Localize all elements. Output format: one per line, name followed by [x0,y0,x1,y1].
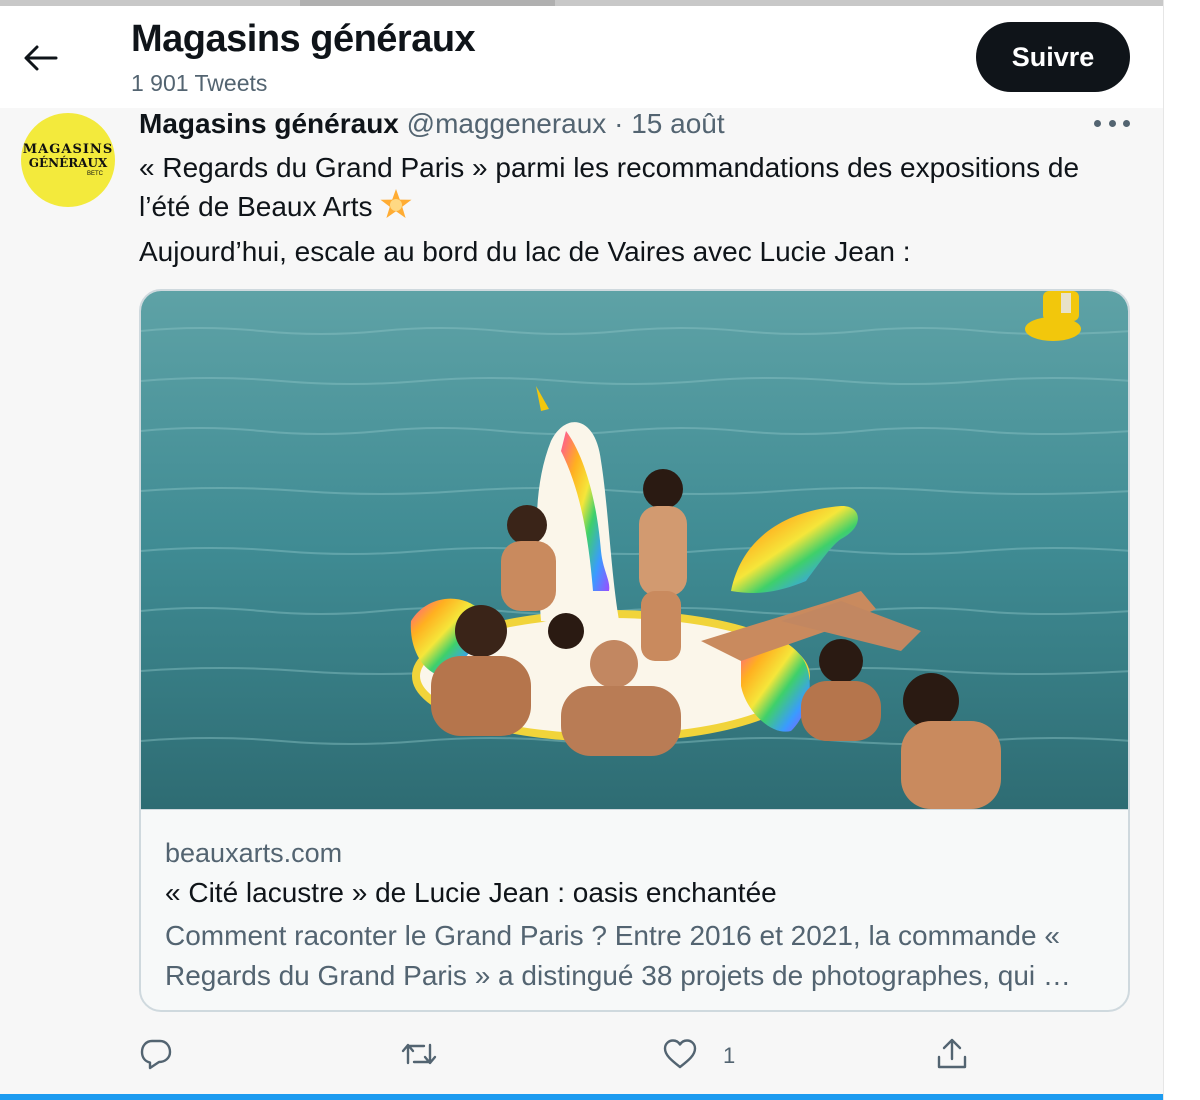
avatar[interactable]: MAGASINS GÉNÉRAUX BETC [21,113,115,207]
back-arrow-icon[interactable] [22,44,58,72]
tweet-text-line: « Regards du Grand Paris » parmi les rec… [139,152,1080,183]
handle[interactable]: @maggeneraux [407,108,607,139]
card-meta[interactable]: beauxarts.com « Cité lacustre » de Lucie… [141,809,1128,1010]
tweet-meta: Magasins généraux @maggeneraux · 15 août [139,108,725,140]
tweet-actions: 1 [0,1036,1163,1086]
link-card[interactable]: beauxarts.com « Cité lacustre » de Lucie… [139,289,1130,1012]
follow-button[interactable]: Suivre [976,22,1130,92]
avatar-logo-line: GÉNÉRAUX [28,155,108,170]
heart-icon[interactable] [663,1038,697,1075]
tweet-count: 1 901 Tweets [131,70,268,96]
like-button[interactable]: 1 [663,1036,735,1076]
card-description: Comment raconter le Grand Paris ? Entre … [165,920,1071,991]
bottom-accent-bar [0,1094,1163,1100]
avatar-logo-line: MAGASINS [22,141,114,157]
avatar-logo-line: BETC [86,170,103,177]
card-domain: beauxarts.com [165,838,343,868]
tweet-text-line: l’été de Beaux Arts [139,191,373,222]
like-count: 1 [723,1043,736,1068]
retweet-button[interactable] [400,1036,438,1076]
reply-button[interactable] [139,1036,173,1076]
meta-separator: · [614,108,624,139]
retweet-icon[interactable] [400,1037,438,1076]
card-title: « Cité lacustre » de Lucie Jean : oasis … [165,877,777,908]
star-emoji-icon [378,188,414,232]
tweet-date[interactable]: 15 août [631,108,724,139]
right-gutter [1163,0,1200,1100]
display-name[interactable]: Magasins généraux [139,108,399,139]
page-title: Magasins généraux [131,18,476,60]
share-icon[interactable] [935,1037,969,1076]
share-button[interactable] [935,1036,969,1076]
profile-header: Magasins généraux 1 901 Tweets Suivre [0,6,1163,108]
card-photo[interactable] [141,291,1128,809]
reply-icon[interactable] [139,1037,173,1076]
tweet-text: « Regards du Grand Paris » parmi les rec… [139,148,1139,271]
tweet[interactable]: MAGASINS GÉNÉRAUX BETC Magasins généraux… [0,108,1163,1100]
more-options-icon[interactable] [1094,120,1130,128]
tweet-text-line: Aujourd’hui, escale au bord du lac de Va… [139,236,911,267]
